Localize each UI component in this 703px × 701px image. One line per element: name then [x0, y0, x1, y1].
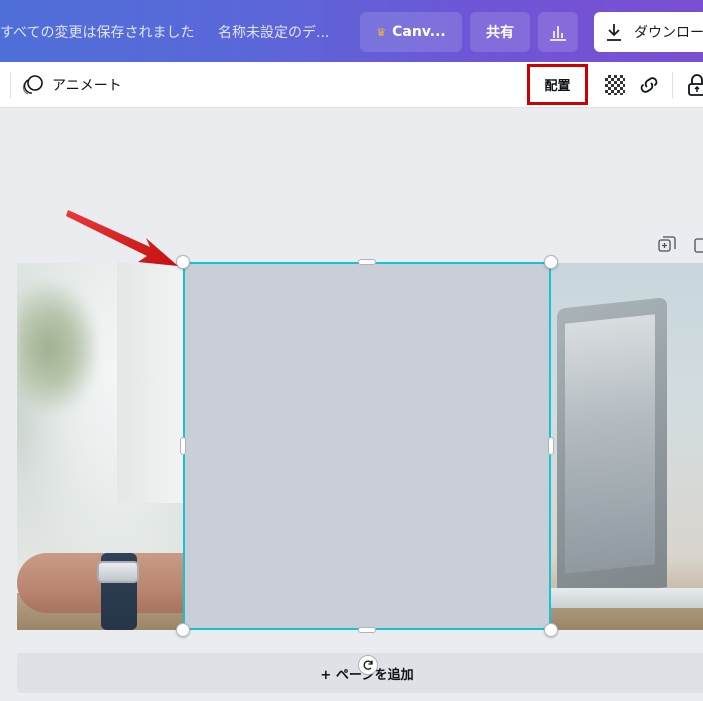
transparency-checker-icon [605, 75, 625, 95]
canva-pro-label: Canv... [392, 24, 446, 40]
bar-chart-icon [550, 26, 566, 41]
photo-laptop-base [551, 588, 703, 608]
resize-handle-top-left[interactable] [176, 255, 190, 269]
resize-handle-left[interactable] [180, 437, 186, 455]
document-title[interactable]: 名称未設定のデ... [218, 22, 329, 42]
editor-header: すべての変更は保存されました 名称未設定のデ... ♛ Canv... 共有 ダ… [0, 0, 703, 62]
photo-wall [117, 263, 183, 503]
download-button[interactable]: ダウンロー [594, 12, 703, 52]
rotate-icon [363, 660, 373, 670]
resize-handle-top-right[interactable] [544, 255, 558, 269]
rotate-handle[interactable] [358, 655, 378, 675]
link-button[interactable] [636, 72, 662, 98]
toolbar-divider [672, 72, 673, 98]
resize-handle-bottom-left[interactable] [176, 623, 190, 637]
selected-frame[interactable] [183, 262, 551, 630]
resize-handle-bottom[interactable] [358, 627, 376, 633]
crown-icon: ♛ [376, 25, 387, 39]
resize-handle-right[interactable] [548, 437, 554, 455]
arrange-label: 配置 [544, 79, 571, 94]
photo-laptop-screen [565, 314, 655, 574]
photo-watch-face [97, 561, 139, 583]
share-label: 共有 [486, 25, 514, 41]
duplicate-page-button[interactable] [658, 236, 676, 258]
resize-handle-top[interactable] [358, 259, 376, 265]
lock-icon [688, 74, 703, 96]
duplicate-page-icon [658, 236, 676, 252]
save-status: すべての変更は保存されました [0, 25, 195, 41]
animate-circles-icon [22, 75, 43, 95]
toolbar-divider [10, 72, 11, 98]
transparency-button[interactable] [602, 72, 628, 98]
photo-plant [17, 283, 97, 413]
add-page-button[interactable] [694, 236, 703, 258]
add-page-icon [694, 238, 703, 253]
animate-label: アニメート [52, 78, 122, 94]
link-icon [640, 77, 658, 93]
animate-button[interactable]: アニメート [22, 71, 122, 99]
canva-pro-button[interactable]: ♛ Canv... [360, 12, 462, 52]
download-label: ダウンロー [634, 25, 703, 41]
lock-button[interactable] [684, 72, 703, 98]
download-arrow-icon [607, 24, 621, 41]
context-toolbar: アニメート 配置 [0, 62, 703, 108]
arrange-button[interactable]: 配置 [527, 64, 588, 105]
insights-button[interactable] [538, 12, 578, 52]
resize-handle-bottom-right[interactable] [544, 623, 558, 637]
share-button[interactable]: 共有 [470, 12, 530, 52]
